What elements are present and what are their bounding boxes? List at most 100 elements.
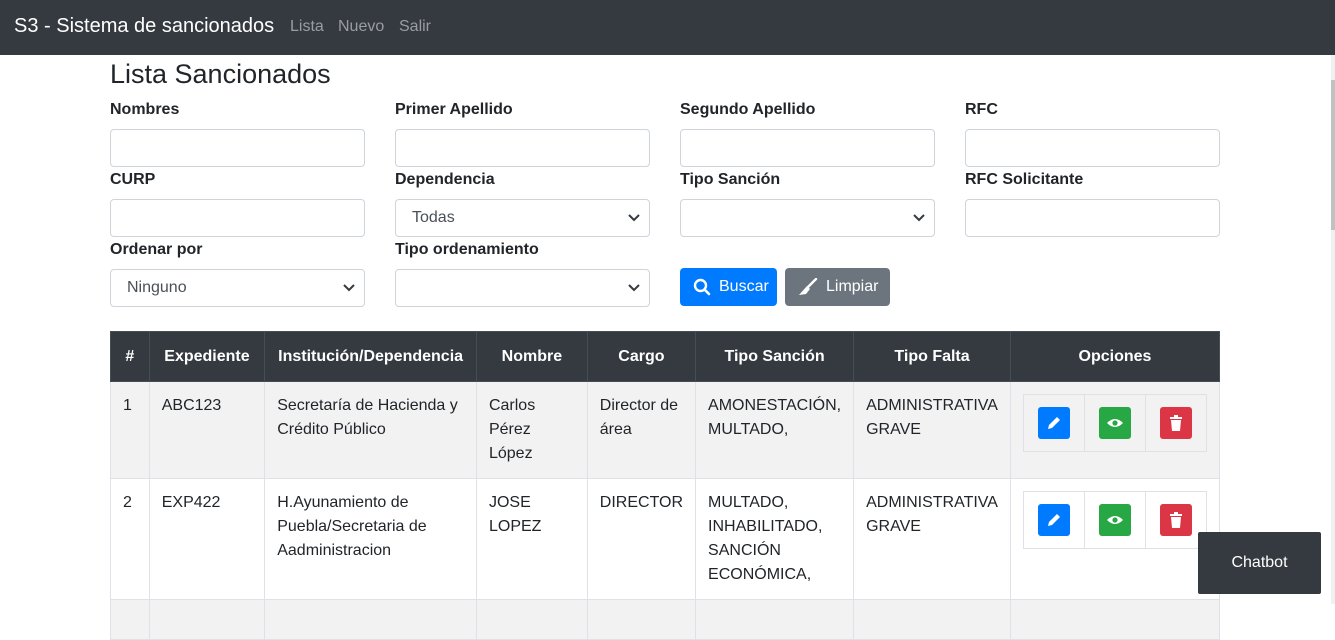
rfc-label: RFC — [965, 101, 998, 118]
table-row: 1 ABC123 Secretaría de Hacienda y Crédit… — [110, 381, 1221, 479]
primer-apellido-label: Primer Apellido — [395, 101, 513, 118]
tipo-ordenamiento-label: Tipo ordenamiento — [395, 241, 539, 258]
cell-line: Puebla/Secretaria de — [277, 518, 427, 535]
scrollbar-thumb[interactable] — [1331, 80, 1335, 230]
cell-opciones — [1009, 478, 1221, 600]
chevron-down-icon — [343, 284, 355, 292]
delete-button[interactable] — [1159, 407, 1192, 439]
rfc-solicitante-label: RFC Solicitante — [965, 171, 1084, 188]
buscar-label: Buscar — [719, 278, 769, 295]
cell-institucion: Secretaría de Hacienda y Crédito Público — [264, 381, 477, 479]
rfc-solicitante-input[interactable] — [965, 199, 1220, 237]
nav-link-nuevo[interactable]: Nuevo — [338, 18, 384, 36]
nombres-label: Nombres — [110, 101, 180, 118]
curp-label: CURP — [110, 171, 156, 188]
sancionados-table: # Expediente Institución/Dependencia Nom… — [110, 331, 1221, 640]
options-cell — [1085, 492, 1146, 548]
broom-icon — [799, 278, 818, 295]
cell-empty — [110, 599, 150, 640]
options-group — [1022, 491, 1207, 549]
cell-line: JOSE LOPEZ — [488, 494, 542, 535]
options-cell — [1024, 395, 1085, 451]
limpiar-label: Limpiar — [826, 278, 879, 295]
cell-nombre: Carlos Pérez López — [475, 381, 588, 479]
dependencia-label: Dependencia — [395, 171, 495, 188]
cell-empty — [475, 599, 588, 640]
dependencia-select[interactable]: Todas — [395, 199, 650, 237]
cell-opciones — [1009, 381, 1221, 479]
segundo-apellido-input[interactable] — [680, 129, 935, 167]
options-cell — [1146, 395, 1206, 451]
search-icon — [693, 278, 711, 296]
cell-line: GRAVE — [866, 421, 921, 438]
col-header-nombre[interactable]: Nombre — [475, 331, 588, 382]
col-header-expediente[interactable]: Expediente — [148, 331, 266, 382]
pencil-icon — [1047, 417, 1060, 429]
cell-line: INHABILITADO, — [708, 518, 823, 535]
segundo-apellido-label: Segundo Apellido — [680, 101, 816, 118]
view-button[interactable] — [1098, 504, 1131, 536]
col-header-cargo[interactable]: Cargo — [586, 331, 697, 382]
primer-apellido-input[interactable] — [395, 129, 650, 167]
chatbot-button[interactable]: Chatbot — [1198, 532, 1321, 594]
nombres-input[interactable] — [110, 129, 365, 167]
tipo-sancion-label: Tipo Sanción — [680, 171, 781, 188]
nav-link-salir[interactable]: Salir — [399, 18, 431, 36]
options-cell — [1146, 492, 1206, 548]
ordenar-por-label: Ordenar por — [110, 241, 203, 258]
ordenar-por-select[interactable]: Ninguno — [110, 269, 365, 307]
top-navbar: S3 - Sistema de sancionados Lista Nuevo … — [0, 0, 1335, 55]
cell-num: 2 — [110, 478, 150, 600]
col-header-institucion[interactable]: Institución/Dependencia — [264, 331, 477, 382]
brand-title[interactable]: S3 - Sistema de sancionados — [14, 15, 274, 38]
edit-button[interactable] — [1037, 504, 1070, 536]
tipo-sancion-select[interactable] — [680, 199, 935, 237]
delete-button[interactable] — [1159, 504, 1192, 536]
view-button[interactable] — [1098, 407, 1131, 439]
col-header-tipo-sancion[interactable]: Tipo Sanción — [695, 331, 855, 382]
col-header-num[interactable]: # — [110, 331, 150, 382]
cell-line: GRAVE — [866, 518, 921, 535]
cell-line: López — [488, 445, 533, 462]
curp-input[interactable] — [110, 199, 365, 237]
limpiar-button[interactable]: Limpiar — [785, 268, 890, 306]
cell-empty — [1009, 599, 1221, 640]
rfc-input[interactable] — [965, 129, 1220, 167]
cell-empty — [264, 599, 477, 640]
cell-num: 1 — [110, 381, 150, 479]
cell-tipo-falta: ADMINISTRATIVA GRAVE — [853, 381, 1011, 479]
options-cell — [1085, 395, 1146, 451]
edit-button[interactable] — [1037, 407, 1070, 439]
page-title: Lista Sancionados — [110, 59, 331, 89]
tipo-ordenamiento-select[interactable] — [395, 269, 650, 307]
table-row: 2 EXP422 H.Ayunamiento de Puebla/Secreta… — [110, 478, 1221, 600]
cell-line: área — [599, 421, 632, 438]
cell-line: AMONESTACIÓN, — [708, 397, 842, 414]
cell-line: H.Ayunamiento de — [277, 494, 409, 511]
cell-line: Director de — [599, 397, 679, 414]
buscar-button[interactable]: Buscar — [680, 268, 777, 306]
cell-line: Secretaría de Hacienda y — [277, 397, 458, 414]
cell-line: ADMINISTRATIVA — [866, 397, 998, 414]
cell-line: Carlos Pérez — [488, 397, 536, 438]
cell-empty — [148, 599, 266, 640]
cell-empty — [695, 599, 855, 640]
trash-icon — [1169, 512, 1182, 528]
cell-line: Aadministracion — [277, 542, 392, 559]
table-header-row: # Expediente Institución/Dependencia Nom… — [110, 331, 1221, 382]
cell-expediente: ABC123 — [148, 381, 266, 479]
ordenar-por-selected: Ninguno — [127, 279, 187, 296]
trash-icon — [1169, 415, 1182, 431]
cell-cargo: Director de área — [586, 381, 697, 479]
cell-line: Crédito Público — [277, 421, 386, 438]
col-header-tipo-falta[interactable]: Tipo Falta — [853, 331, 1011, 382]
chevron-down-icon — [628, 284, 640, 292]
cell-tipo-falta: ADMINISTRATIVA GRAVE — [853, 478, 1011, 600]
eye-icon — [1106, 516, 1123, 524]
cell-nombre: JOSE LOPEZ — [475, 478, 588, 600]
options-group — [1022, 394, 1207, 452]
chevron-down-icon — [628, 214, 640, 222]
cell-empty — [586, 599, 697, 640]
cell-cargo: DIRECTOR — [586, 478, 697, 600]
nav-link-lista[interactable]: Lista — [290, 18, 324, 36]
